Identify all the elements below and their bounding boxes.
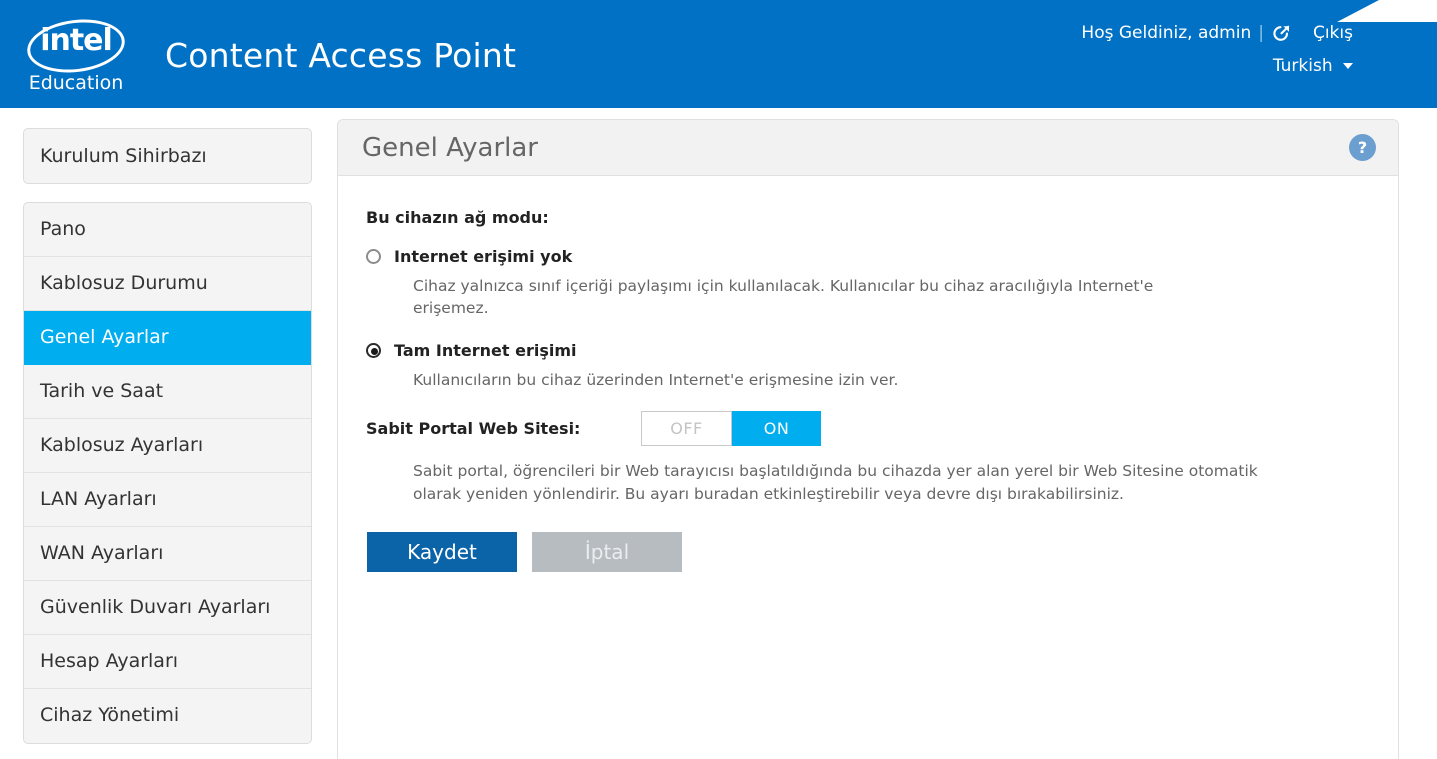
- captive-portal-label: Sabit Portal Web Sitesi:: [366, 419, 581, 438]
- radio-option-no-internet-label: Internet erişimi yok: [394, 247, 573, 266]
- sidebar-item-wan-ayarlari[interactable]: WAN Ayarları: [24, 527, 311, 581]
- toggle-on-segment[interactable]: ON: [732, 411, 821, 446]
- external-link-logout-icon[interactable]: [1271, 22, 1293, 44]
- sidebar-nav-group: Pano Kablosuz Durumu Genel Ayarlar Tarih…: [23, 202, 312, 744]
- sidebar: Kurulum Sihirbazı Pano Kablosuz Durumu G…: [23, 128, 312, 744]
- sidebar-item-lan-ayarlari[interactable]: LAN Ayarları: [24, 473, 311, 527]
- sidebar-item-genel-ayarlar[interactable]: Genel Ayarlar: [24, 311, 311, 365]
- chevron-down-icon: [1343, 63, 1353, 69]
- intel-logo: intel Education: [22, 14, 130, 94]
- header-separator: |: [1258, 23, 1264, 43]
- save-button[interactable]: Kaydet: [367, 532, 517, 572]
- captive-portal-toggle[interactable]: OFF ON: [641, 411, 821, 446]
- panel-header: Genel Ayarlar ?: [338, 120, 1398, 176]
- sidebar-item-cihaz-yonetimi[interactable]: Cihaz Yönetimi: [24, 689, 311, 743]
- radio-option-full-internet[interactable]: Tam Internet erişimi: [366, 341, 1370, 360]
- radio-button-unchecked-icon[interactable]: [366, 249, 381, 264]
- sidebar-item-hesap-ayarlari[interactable]: Hesap Ayarları: [24, 635, 311, 689]
- app-title: Content Access Point: [165, 36, 517, 75]
- logout-link[interactable]: Çıkış: [1313, 23, 1353, 43]
- language-selector[interactable]: Turkish: [1081, 56, 1353, 76]
- help-icon[interactable]: ?: [1349, 134, 1376, 161]
- language-label: Turkish: [1272, 56, 1333, 76]
- intel-logo-wordmark: intel: [40, 23, 113, 58]
- content-panel: Genel Ayarlar ? Bu cihazın ağ modu: Inte…: [337, 119, 1399, 759]
- radio-option-full-internet-description: Kullanıcıların bu cihaz üzerinden Intern…: [413, 371, 899, 389]
- network-mode-label: Bu cihazın ağ modu:: [366, 208, 549, 227]
- form-actions: Kaydet İptal: [367, 532, 1370, 572]
- page-title: Genel Ayarlar: [362, 132, 538, 163]
- sidebar-item-guvenlik-duvari-ayarlari[interactable]: Güvenlik Duvarı Ayarları: [24, 581, 311, 635]
- sidebar-item-pano[interactable]: Pano: [24, 203, 311, 257]
- sidebar-item-tarih-ve-saat[interactable]: Tarih ve Saat: [24, 365, 311, 419]
- page-body: Kurulum Sihirbazı Pano Kablosuz Durumu G…: [0, 108, 1437, 759]
- welcome-text: Hoş Geldiniz, admin: [1081, 23, 1252, 43]
- radio-option-no-internet-description: Cihaz yalnızca sınıf içeriği paylaşımı i…: [413, 277, 1154, 317]
- app-header: intel Education Content Access Point Hoş…: [0, 0, 1437, 108]
- sidebar-item-kablosuz-ayarlari[interactable]: Kablosuz Ayarları: [24, 419, 311, 473]
- sidebar-item-setup-wizard[interactable]: Kurulum Sihirbazı: [23, 128, 312, 184]
- toggle-off-segment[interactable]: OFF: [641, 411, 732, 446]
- sidebar-item-kablosuz-durumu[interactable]: Kablosuz Durumu: [24, 257, 311, 311]
- cancel-button[interactable]: İptal: [532, 532, 682, 572]
- intel-logo-education-label: Education: [28, 72, 124, 94]
- radio-option-full-internet-label: Tam Internet erişimi: [394, 341, 577, 360]
- captive-portal-row: Sabit Portal Web Sitesi: OFF ON: [366, 411, 1370, 446]
- radio-button-checked-icon[interactable]: [366, 343, 381, 358]
- captive-portal-description: Sabit portal, öğrencileri bir Web tarayı…: [413, 462, 1258, 503]
- radio-option-no-internet[interactable]: Internet erişimi yok: [366, 247, 1370, 266]
- brand-lockup: intel Education Content Access Point: [22, 14, 517, 94]
- panel-body: Bu cihazın ağ modu: Internet erişimi yok…: [338, 176, 1398, 572]
- header-corner-notch: [1337, 0, 1437, 22]
- header-user-area: Hoş Geldiniz, admin | Çıkış Turkish: [1081, 22, 1353, 76]
